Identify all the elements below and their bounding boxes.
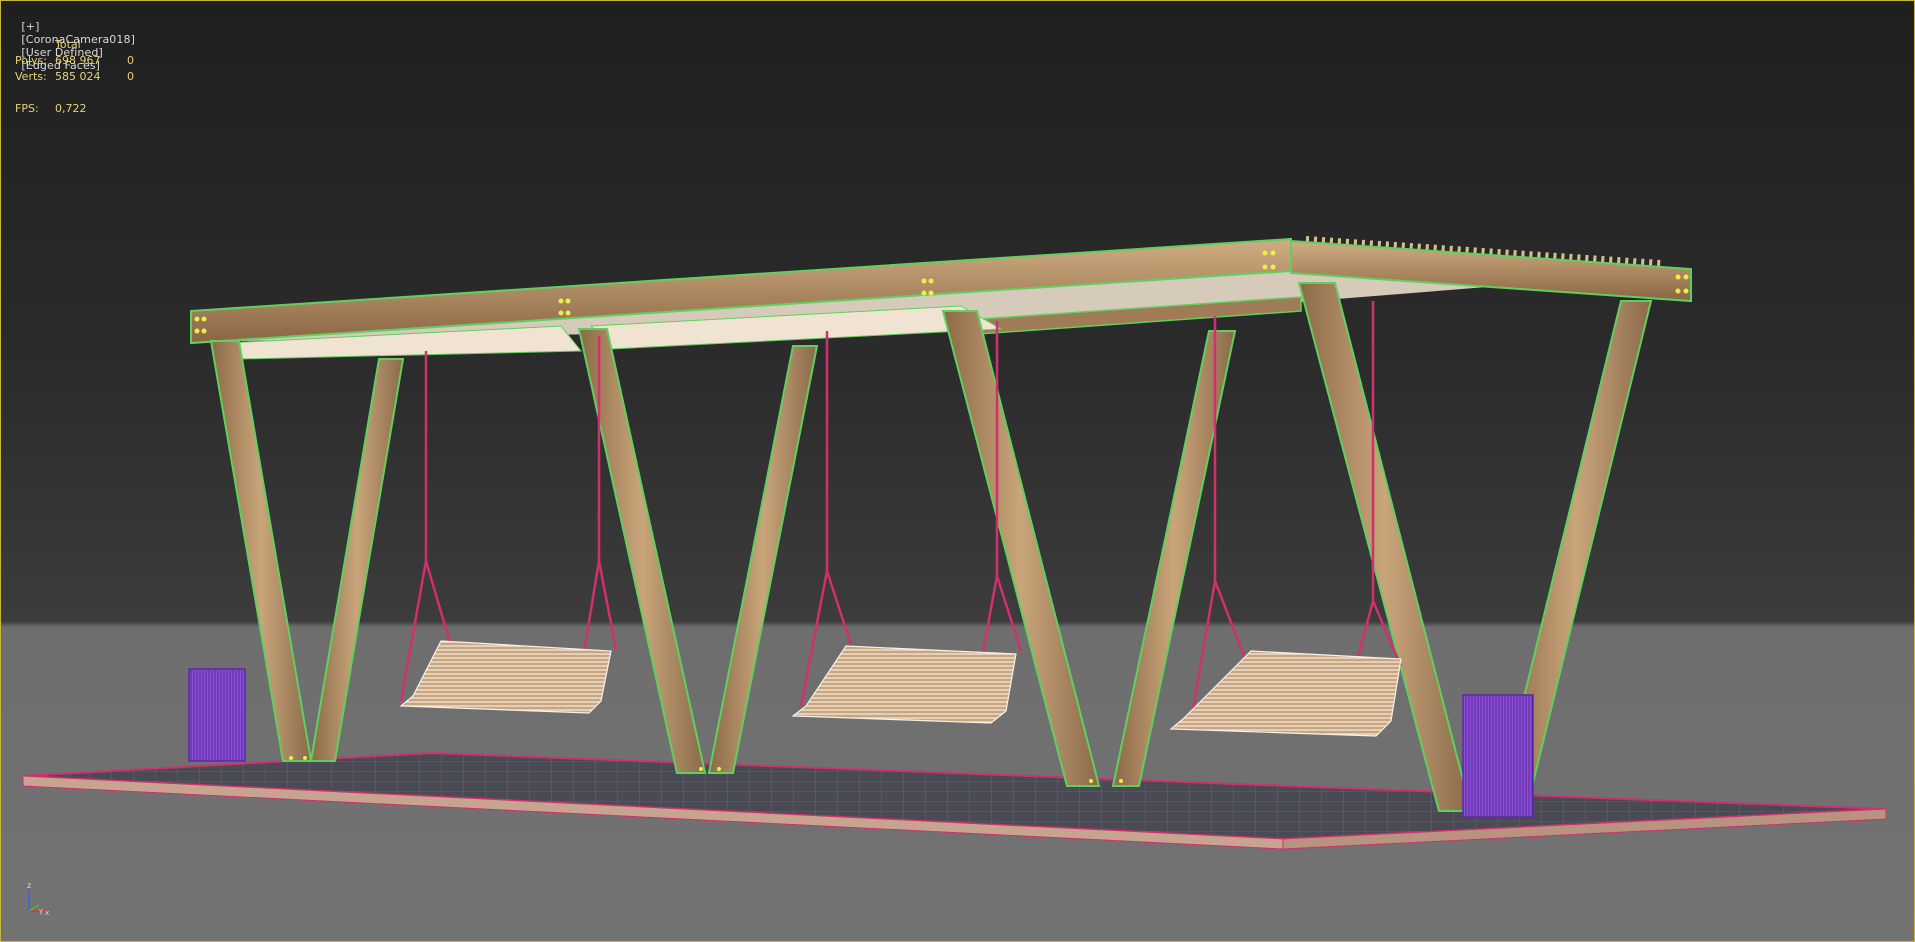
gizmo-z-label: z [27,881,31,890]
viewport-menu-plus[interactable]: [+] [21,20,39,33]
stats-row-polys: Polys: 698 967 0 [15,53,142,69]
fps-label: FPS: [15,102,39,115]
axis-gizmo-icon: z y x [27,881,49,917]
viewport-statistics: Total Polys: 698 967 0 Verts: 585 024 0 [15,37,142,85]
fps-value: 0,722 [55,102,87,115]
stats-label: Verts: [15,70,47,83]
stats-total-value: 585 024 [54,70,101,83]
stats-label: Polys: [15,54,47,67]
fps-readout: FPS: 0,722 [15,102,87,115]
stats-row-verts: Verts: 585 024 0 [15,69,142,85]
swing-seat-model[interactable] [399,640,1402,737]
stats-selected-value: 0 [126,70,134,83]
stats-total-value: 698 967 [54,54,101,67]
stats-total-header: Total [54,38,81,51]
floor-grid-model[interactable] [22,751,1887,850]
gizmo-y-label: y [39,907,43,915]
3d-viewport[interactable]: [+] [CoronaCamera018] [User Defined] [Ed… [0,0,1915,942]
scene-render[interactable] [1,1,1915,942]
gizmo-x-label: x [45,909,49,917]
stats-selected-value: 0 [126,54,134,67]
